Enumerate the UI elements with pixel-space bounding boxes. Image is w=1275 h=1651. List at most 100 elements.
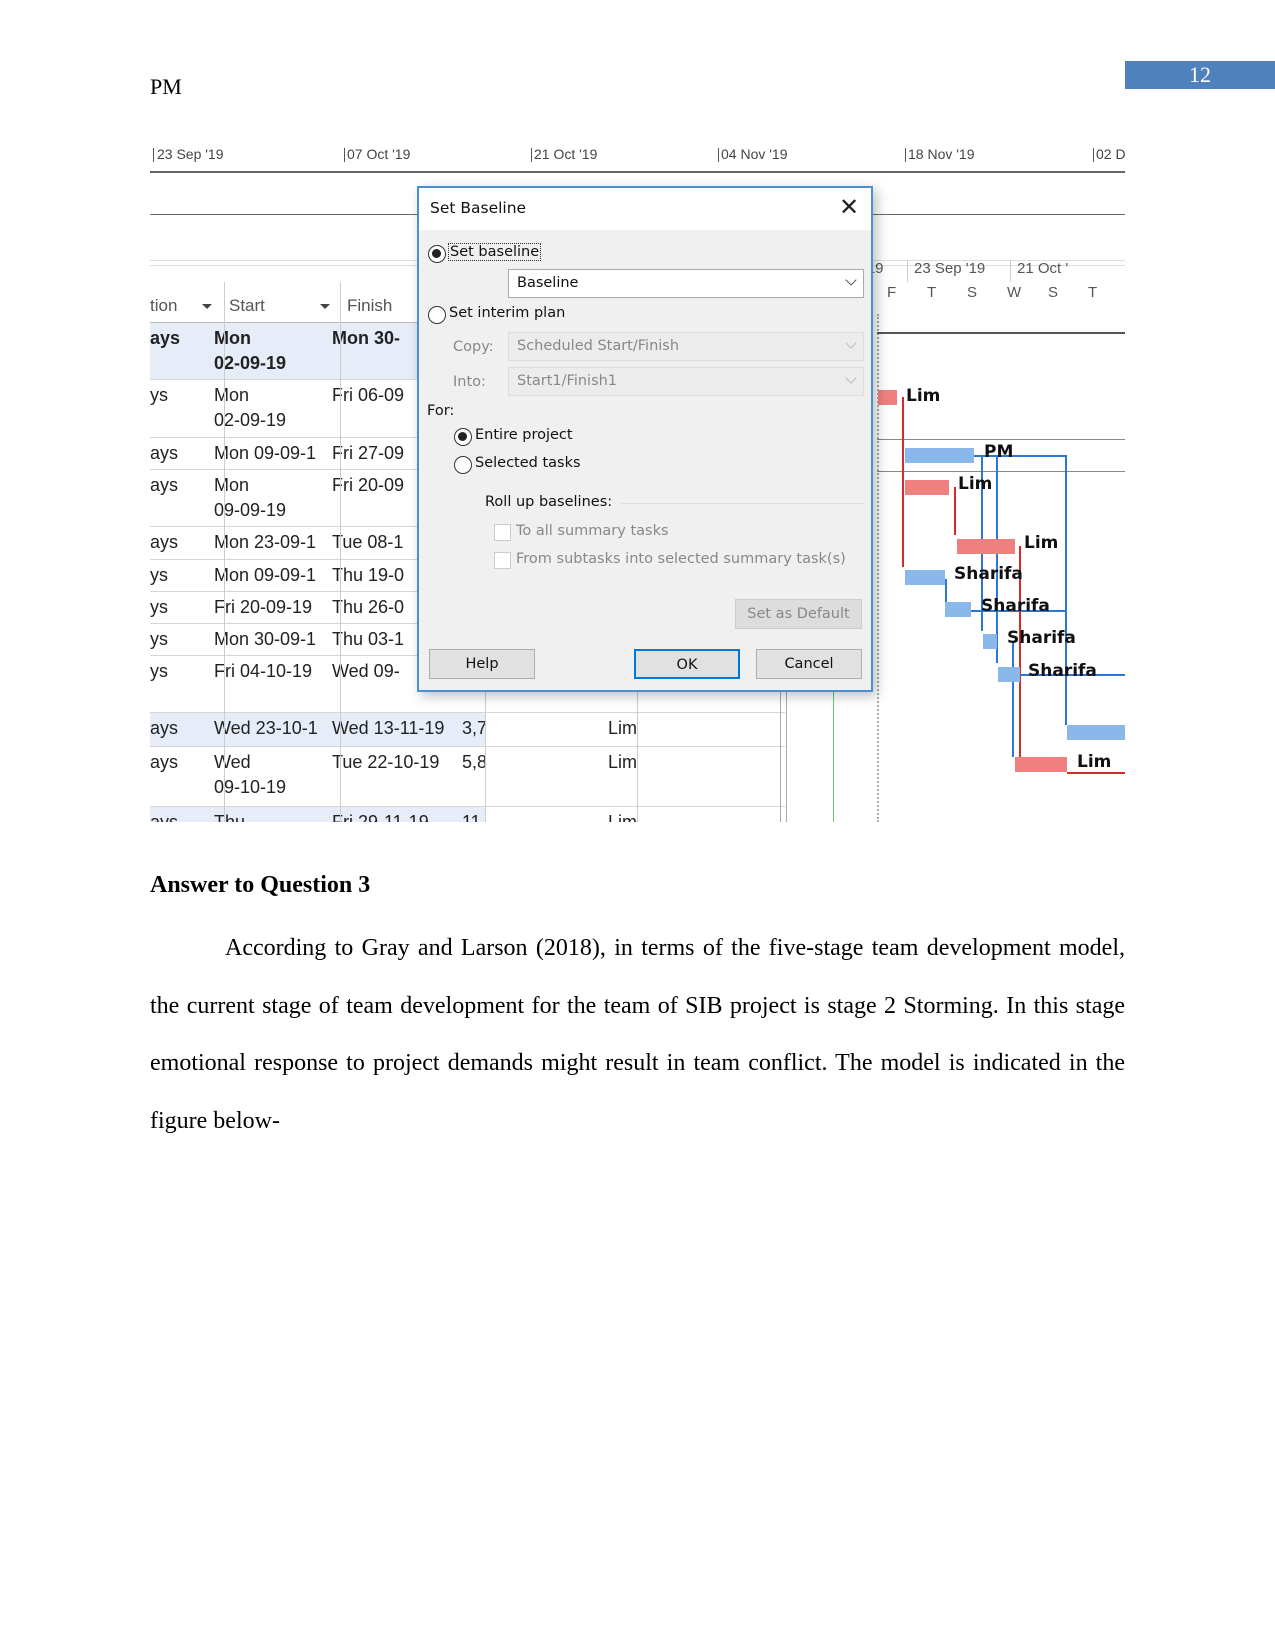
cell-finish: Fri 06-09 xyxy=(332,385,405,405)
cell-dur: ays xyxy=(150,752,179,772)
set-baseline-radio[interactable] xyxy=(428,245,446,263)
cell-res: Lim xyxy=(608,718,638,738)
filter-dropdown-icon[interactable] xyxy=(320,304,330,314)
cell-pred: 11 xyxy=(462,812,481,822)
baseline-select-value: Baseline xyxy=(517,275,579,291)
ok-button[interactable]: OK xyxy=(634,649,740,679)
divider xyxy=(877,332,1125,334)
gantt-day: F xyxy=(887,284,897,301)
copy-select[interactable]: Scheduled Start/Finish xyxy=(508,332,864,361)
cell-finish: Fri 27-09 xyxy=(332,443,405,463)
dependency-link xyxy=(1067,772,1125,774)
gantt-bar[interactable] xyxy=(905,480,949,495)
copy-select-value: Scheduled Start/Finish xyxy=(517,338,680,354)
gantt-bar[interactable] xyxy=(905,570,945,585)
rollup-from-checkbox[interactable] xyxy=(494,552,511,569)
gantt-day: W xyxy=(1007,284,1022,301)
cell-dur: ays xyxy=(150,718,179,738)
cell-res: Lim xyxy=(608,812,638,822)
gantt-bar[interactable] xyxy=(983,634,997,649)
cell-finish: Tue 08-1 xyxy=(332,532,404,552)
selected-tasks-radio[interactable] xyxy=(454,456,472,474)
cell-finish: Mon 30- xyxy=(332,328,401,348)
divider xyxy=(1010,260,1011,282)
gantt-day: S xyxy=(967,284,978,301)
column-divider xyxy=(224,282,225,822)
gantt-bar[interactable] xyxy=(905,448,974,463)
set-baseline-label[interactable]: Set baseline xyxy=(448,243,542,261)
column-header-duration[interactable]: tion xyxy=(150,296,177,316)
rollup-all-label: To all summary tasks xyxy=(516,523,669,539)
table-row[interactable]: ays Wed 23-10-1 Wed 13-11-19 3,7 Lim xyxy=(150,713,785,747)
resource-label: Lim xyxy=(958,474,993,494)
table-row[interactable]: ays Wed 09-10-19 Tue 22-10-19 5,8 Lim xyxy=(150,747,785,807)
copy-label: Copy: xyxy=(453,339,494,355)
table-row[interactable]: ays Thu Fri 29-11-19 11 Lim xyxy=(150,807,785,822)
chevron-down-icon xyxy=(845,337,857,349)
gantt-bar[interactable] xyxy=(998,667,1020,682)
dialog-title: Set Baseline xyxy=(430,199,527,217)
cell-finish: Thu 26-0 xyxy=(332,597,405,617)
set-baseline-dialog: Set Baseline ✕ Set baseline Baseline Set… xyxy=(417,186,873,692)
cell-dur: ys xyxy=(150,597,168,617)
into-select-value: Start1/Finish1 xyxy=(517,373,618,389)
gantt-bar[interactable] xyxy=(957,539,1015,554)
resource-label: Sharifa xyxy=(954,564,1023,584)
gantt-header: 21 Oct ' xyxy=(1017,260,1069,277)
cell-pred: 5,8 xyxy=(462,752,488,772)
dependency-link xyxy=(996,455,998,663)
cell-finish: Fri 20-09 xyxy=(332,475,405,495)
cell-finish: Wed 13-11-19 xyxy=(332,718,445,738)
timeline-tick xyxy=(1093,148,1094,162)
gantt-bar[interactable] xyxy=(1015,757,1067,772)
cell-start: Mon 09-09-1 xyxy=(214,565,317,585)
gantt-bar[interactable] xyxy=(1067,725,1125,740)
cell-dur: ays xyxy=(150,475,179,495)
cell-finish: Tue 22-10-19 xyxy=(332,752,440,772)
gantt-day: T xyxy=(927,284,937,301)
chevron-down-icon xyxy=(845,274,857,286)
cell-dur: ys xyxy=(150,629,168,649)
resource-label: Lim xyxy=(906,386,941,406)
set-interim-plan-label[interactable]: Set interim plan xyxy=(449,305,565,321)
timeline-tick xyxy=(905,148,906,162)
baseline-select[interactable]: Baseline xyxy=(508,269,864,298)
cell-dur: ays xyxy=(150,443,179,463)
cancel-button[interactable]: Cancel xyxy=(756,649,862,679)
cell-start: Wed 23-10-1 xyxy=(214,718,318,738)
help-button[interactable]: Help xyxy=(429,649,535,679)
timeline-label: 23 Sep '19 xyxy=(157,146,224,162)
rollup-from-label: From subtasks into selected summary task… xyxy=(516,551,846,567)
cell-dur: ys xyxy=(150,661,168,681)
ms-project-screenshot: 23 Sep '19 07 Oct '19 21 Oct '19 04 Nov … xyxy=(150,142,1125,822)
filter-dropdown-icon[interactable] xyxy=(202,304,212,314)
gantt-bar[interactable] xyxy=(945,602,971,617)
resource-label: Lim xyxy=(1024,533,1059,553)
cell-start: Mon 30-09-1 xyxy=(214,629,317,649)
cell-finish: Thu 03-1 xyxy=(332,629,405,649)
column-header-finish[interactable]: Finish xyxy=(347,296,392,316)
resource-label: PM xyxy=(984,442,1014,462)
entire-project-label[interactable]: Entire project xyxy=(475,427,573,443)
resource-label: Sharifa xyxy=(1028,661,1097,681)
set-interim-plan-radio[interactable] xyxy=(428,306,446,324)
chevron-down-icon xyxy=(845,372,857,384)
resource-label: Sharifa xyxy=(981,596,1050,616)
dependency-link xyxy=(1012,641,1014,757)
rollup-all-checkbox[interactable] xyxy=(494,524,511,541)
into-select[interactable]: Start1/Finish1 xyxy=(508,367,864,396)
set-as-default-button[interactable]: Set as Default xyxy=(735,599,862,629)
timeline-tick xyxy=(718,148,719,162)
column-header-start[interactable]: Start xyxy=(229,296,265,316)
cell-dur: ays xyxy=(150,812,179,822)
selected-tasks-label[interactable]: Selected tasks xyxy=(475,455,581,471)
cell-finish: Fri 29-11-19 xyxy=(332,812,429,822)
timeline-label: 02 D xyxy=(1096,146,1125,162)
timeline-label: 18 Nov '19 xyxy=(908,146,975,162)
page-number: 12 xyxy=(1125,61,1275,89)
gantt-day: T xyxy=(1088,284,1098,301)
close-icon[interactable]: ✕ xyxy=(839,193,859,221)
gantt-bar[interactable] xyxy=(878,390,897,405)
entire-project-radio[interactable] xyxy=(454,428,472,446)
cell-start: Thu xyxy=(214,812,246,822)
